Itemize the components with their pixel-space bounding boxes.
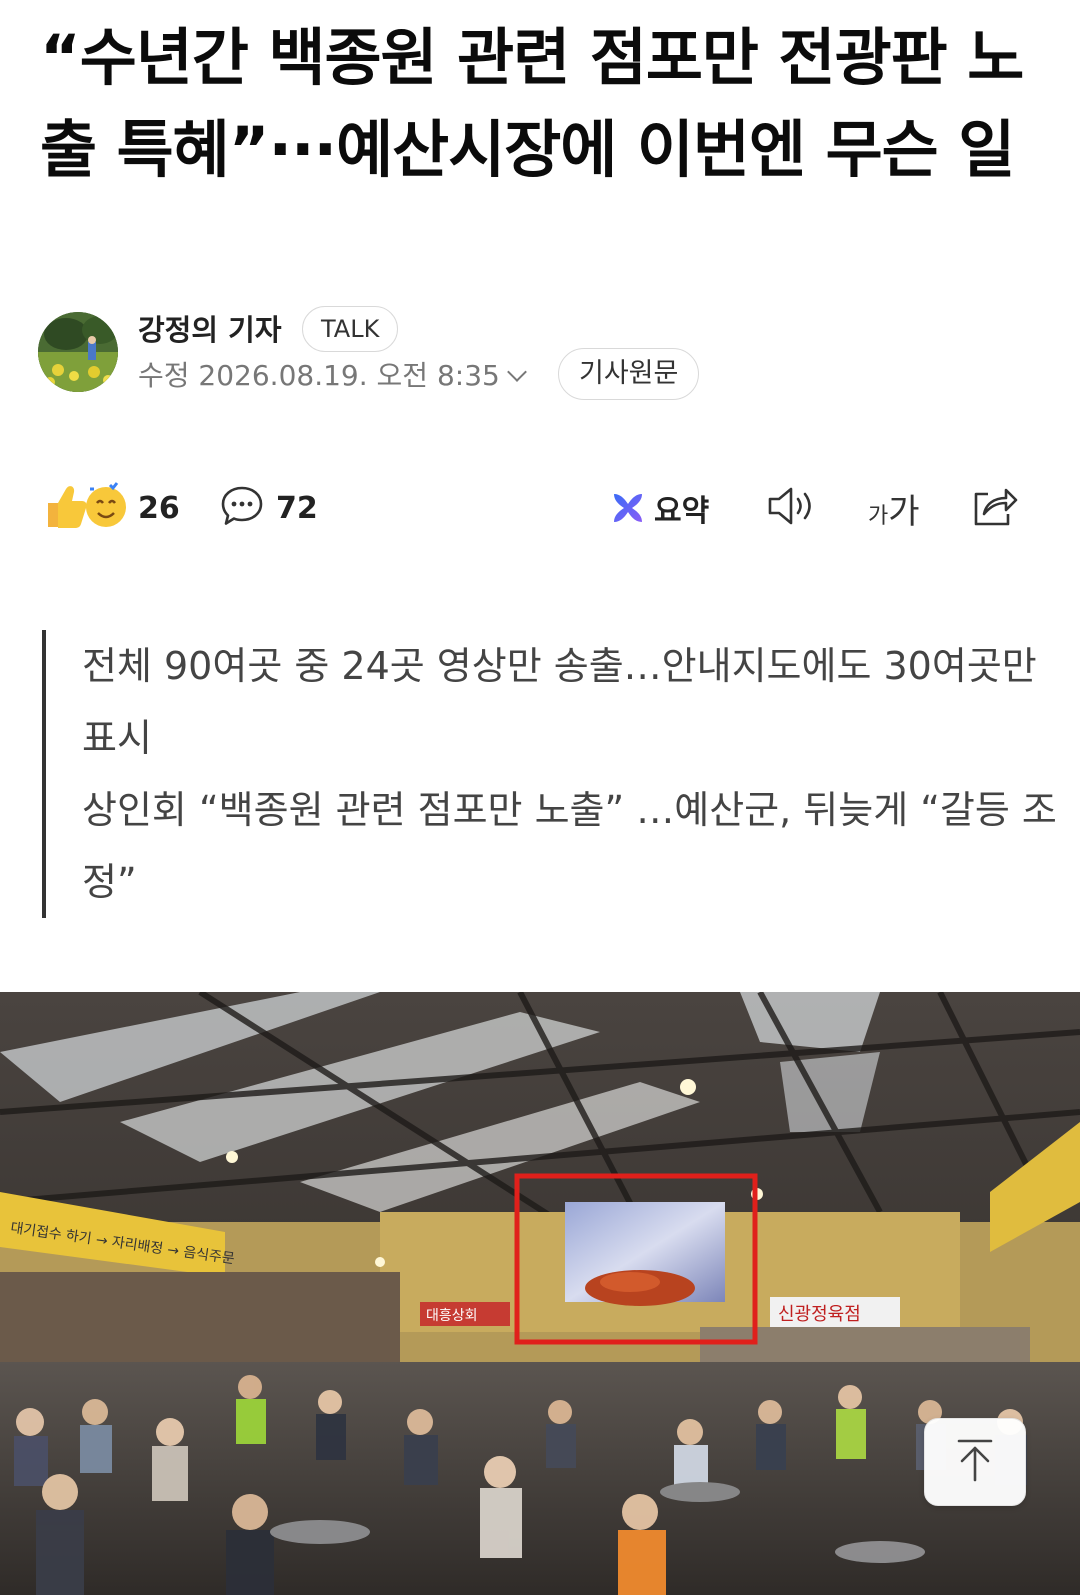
article-subheadlines: 전체 90여곳 중 24곳 영상만 송출…안내지도에도 30여곳만 표시 상인회… [42, 630, 1072, 918]
author-row: 강정의 기자 TALK 수정 2026.08.19. 오전 8:35 기사원문 [38, 306, 1048, 422]
scroll-to-top-button[interactable] [924, 1418, 1026, 1506]
font-size-button[interactable]: 가가 [868, 478, 920, 538]
timestamp-text: 수정 2026.08.19. 오전 8:35 [138, 359, 500, 392]
speaker-icon [766, 484, 818, 532]
author-name[interactable]: 강정의 기자 [138, 312, 282, 348]
article-photo[interactable]: 대기접수 하기 → 자리배정 → 음식주문 신광정육점 대흥상회 [0, 992, 1080, 1595]
summary-button[interactable]: 요약 [610, 478, 709, 538]
comment-count: 72 [276, 490, 318, 526]
article-headline: “수년간 백종원 관련 점포만 전광판 노출 특혜”···예산시장에 이번엔 무… [40, 21, 1024, 186]
photo-sign-store2: 대흥상회 [426, 1308, 478, 1324]
reaction-count: 26 [138, 490, 180, 526]
comment-bubble-icon [220, 484, 264, 532]
summary-sparkle-icon [610, 488, 646, 528]
summary-label: 요약 [654, 494, 710, 529]
listen-button[interactable] [766, 478, 818, 538]
photo-sign-store: 신광정육점 [778, 1304, 861, 1325]
subheadline-2: 상인회 “백종원 관련 점포만 노출” …예산군, 뒤늦게 “갈등 조정” [82, 788, 1057, 904]
comment-button[interactable]: 72 [220, 478, 318, 538]
author-avatar[interactable] [38, 312, 118, 392]
market-hall-image: 대기접수 하기 → 자리배정 → 음식주문 신광정육점 대흥상회 [0, 992, 1080, 1595]
original-article-button[interactable]: 기사원문 [558, 348, 700, 400]
font-size-icon: 가가 [868, 484, 920, 533]
arrow-up-to-top-icon [955, 1438, 995, 1486]
font-size-large: 가 [888, 491, 920, 532]
thumbs-up-emoji-icon [44, 481, 126, 535]
share-button[interactable] [970, 478, 1018, 538]
subheadline-1: 전체 90여곳 중 24곳 영상만 송출…안내지도에도 30여곳만 표시 [82, 644, 1037, 760]
chevron-down-icon [506, 362, 527, 382]
font-size-small: 가 [868, 503, 889, 529]
reaction-button[interactable]: 26 [44, 478, 180, 538]
talk-button[interactable]: TALK [302, 306, 399, 352]
article-action-bar: 26 72 요약 가가 [44, 478, 1044, 538]
share-icon [970, 484, 1018, 532]
article-timestamp[interactable]: 수정 2026.08.19. 오전 8:35 [138, 358, 527, 394]
